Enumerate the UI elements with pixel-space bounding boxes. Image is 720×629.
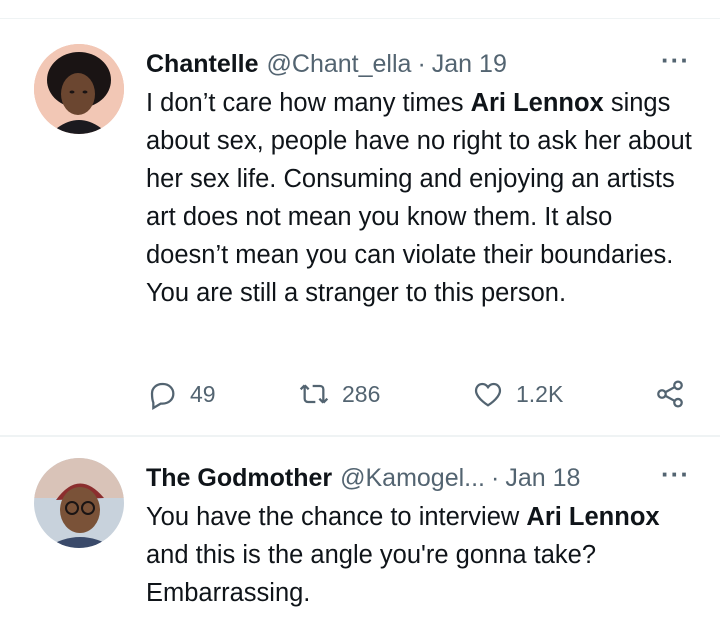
tweet-header: Chantelle @Chant_ella · Jan 19	[146, 44, 700, 84]
tweet[interactable]: Chantelle @Chant_ella · Jan 19 ··· I don…	[0, 30, 720, 434]
retweet-button[interactable]: 286	[298, 374, 380, 414]
more-icon[interactable]: ···	[661, 461, 690, 487]
author-handle[interactable]: @Chant_ella	[267, 50, 412, 79]
tweet-text-part: You have the chance to interview	[146, 503, 527, 531]
tweet-divider	[0, 435, 720, 437]
tweet[interactable]: The Godmother @Kamogel... · Jan 18 ··· Y…	[0, 444, 720, 629]
reply-icon	[150, 382, 175, 410]
tweet-text-part: I don’t care how many times	[146, 89, 471, 117]
avatar[interactable]	[34, 44, 124, 134]
tweet-content: Chantelle @Chant_ella · Jan 19 ··· I don…	[146, 44, 700, 312]
retweet-icon	[299, 384, 329, 404]
share-icon	[657, 380, 683, 408]
tweet-text-part: and this is the angle you're gonna take?…	[146, 541, 597, 607]
mention-bold: Ari Lennox	[470, 89, 604, 117]
author-name[interactable]: Chantelle	[146, 50, 259, 79]
tweet-header: The Godmother @Kamogel... · Jan 18	[146, 458, 700, 498]
reply-button[interactable]: 49	[146, 374, 216, 414]
tweet-text: I don’t care how many times Ari Lennox s…	[146, 84, 700, 312]
like-count: 1.2K	[516, 380, 564, 407]
mention-bold: Ari Lennox	[526, 503, 660, 531]
avatar[interactable]	[34, 458, 124, 548]
top-divider	[0, 18, 720, 19]
share-button[interactable]	[654, 374, 686, 414]
like-button[interactable]: 1.2K	[472, 374, 563, 414]
separator: ·	[417, 49, 426, 78]
author-name[interactable]: The Godmother	[146, 464, 332, 493]
more-icon[interactable]: ···	[661, 47, 690, 73]
like-icon	[474, 382, 502, 407]
separator: ·	[491, 463, 500, 492]
retweet-count: 286	[342, 380, 381, 407]
author-handle[interactable]: @Kamogel...	[340, 464, 485, 493]
tweet-text-part: sings about sex, people have no right to…	[146, 89, 692, 307]
tweet-content: The Godmother @Kamogel... · Jan 18 ··· Y…	[146, 458, 700, 612]
tweet-actions: 49 286 1.2K	[146, 374, 706, 414]
tweet-text: You have the chance to interview Ari Len…	[146, 498, 700, 612]
tweet-date[interactable]: Jan 19	[432, 50, 507, 79]
reply-count: 49	[190, 380, 216, 407]
tweet-date[interactable]: Jan 18	[505, 464, 580, 493]
